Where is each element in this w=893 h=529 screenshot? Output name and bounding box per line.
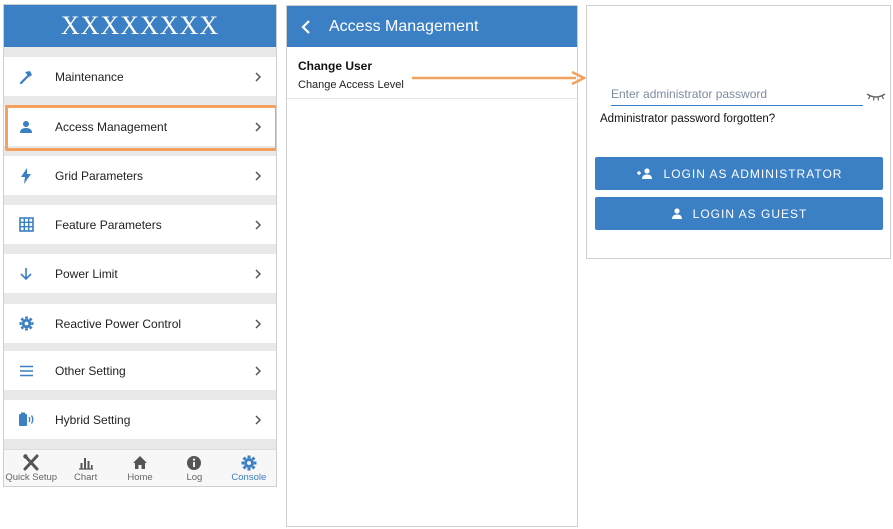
password-input[interactable]: Enter administrator password xyxy=(611,86,863,106)
tab-label: Console xyxy=(231,471,267,483)
hammer-icon xyxy=(14,65,38,89)
eye-closed-icon[interactable] xyxy=(866,88,886,106)
back-chevron-icon[interactable] xyxy=(287,19,325,35)
bottom-tab-bar: Quick Setup Chart Home Log Console xyxy=(4,449,276,486)
divider xyxy=(287,98,577,99)
menu-item-power-limit[interactable]: Power Limit xyxy=(4,254,276,293)
chevron-right-icon xyxy=(254,318,262,329)
add-user-icon xyxy=(636,167,654,180)
lightning-icon xyxy=(14,164,38,188)
tab-quick-setup[interactable]: Quick Setup xyxy=(4,450,58,486)
chevron-right-icon xyxy=(254,268,262,279)
menu-label: Feature Parameters xyxy=(55,217,162,232)
battery-icon xyxy=(14,408,38,432)
menu-item-maintenance[interactable]: Maintenance xyxy=(4,57,276,96)
menu-item-other-setting[interactable]: Other Setting xyxy=(4,351,276,390)
button-label: LOGIN AS GUEST xyxy=(692,206,808,221)
menu-item-grid-parameters[interactable]: Grid Parameters xyxy=(4,156,276,195)
page-title: Access Management xyxy=(329,17,479,35)
menu-item-access-management[interactable]: Access Management xyxy=(4,107,276,146)
user-icon xyxy=(14,115,38,139)
tab-label: Home xyxy=(127,471,153,483)
tab-console[interactable]: Console xyxy=(222,450,276,486)
button-label: LOGIN AS ADMINISTRATOR xyxy=(663,166,843,181)
user-icon xyxy=(671,207,683,220)
gear-icon xyxy=(14,312,38,336)
menu-item-hybrid-setting[interactable]: Hybrid Setting xyxy=(4,400,276,439)
chevron-right-icon xyxy=(254,414,262,425)
chevron-right-icon xyxy=(254,121,262,132)
menu-label: Maintenance xyxy=(55,69,124,84)
grid-icon xyxy=(14,213,38,237)
menu-item-feature-parameters[interactable]: Feature Parameters xyxy=(4,205,276,244)
info-icon xyxy=(186,454,202,472)
login-admin-button[interactable]: LOGIN AS ADMINISTRATOR xyxy=(595,157,883,190)
menu-label: Access Management xyxy=(55,119,168,134)
chevron-right-icon xyxy=(254,71,262,82)
chevron-right-icon xyxy=(254,170,262,181)
login-guest-button[interactable]: LOGIN AS GUEST xyxy=(595,197,883,230)
tab-label: Log xyxy=(186,471,203,483)
menu-label: Power Limit xyxy=(55,266,118,281)
chevron-right-icon xyxy=(254,219,262,230)
login-panel: Enter administrator password Administrat… xyxy=(586,5,891,259)
app-title: XXXXXXXX xyxy=(4,5,276,47)
menu-label: Hybrid Setting xyxy=(55,412,131,427)
menu-item-reactive-power-control[interactable]: Reactive Power Control xyxy=(4,304,276,343)
menu-lines-icon xyxy=(14,359,38,383)
tab-home[interactable]: Home xyxy=(113,450,167,486)
tab-label: Quick Setup xyxy=(5,471,58,483)
tab-log[interactable]: Log xyxy=(167,450,221,486)
flow-arrow xyxy=(412,70,587,86)
tab-chart[interactable]: Chart xyxy=(58,450,112,486)
arrow-down-icon xyxy=(14,262,38,286)
chevron-right-icon xyxy=(254,365,262,376)
menu-label: Grid Parameters xyxy=(55,168,144,183)
tools-icon xyxy=(22,454,40,472)
forgot-password-link[interactable]: Administrator password forgotten? xyxy=(600,113,775,125)
home-icon xyxy=(132,454,148,472)
tab-label: Chart xyxy=(73,471,98,483)
console-panel: XXXXXXXX Maintenance Access Management G… xyxy=(3,4,277,487)
bar-chart-icon xyxy=(78,454,94,472)
access-header: Access Management xyxy=(287,6,577,47)
menu-label: Other Setting xyxy=(55,363,126,378)
menu-label: Reactive Power Control xyxy=(55,316,182,331)
gear-icon xyxy=(241,454,257,472)
